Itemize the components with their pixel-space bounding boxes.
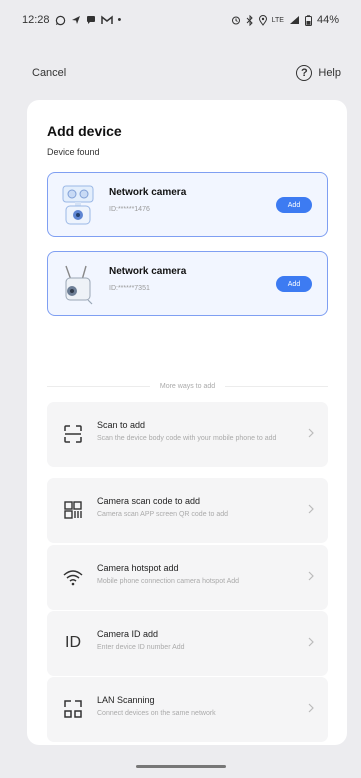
gmail-icon	[100, 15, 113, 24]
option-description: Camera scan APP screen QR code to add	[97, 511, 228, 518]
help-label: Help	[318, 67, 341, 79]
signal-icon	[289, 16, 299, 24]
location-icon	[258, 14, 267, 26]
option-description: Scan the device body code with your mobi…	[97, 435, 277, 442]
option-description: Mobile phone connection camera hotspot A…	[97, 578, 240, 585]
camera-scan-code-option[interactable]: Camera scan code to add Camera scan APP …	[47, 478, 328, 543]
top-navigation: Cancel ? Help	[0, 58, 361, 88]
chat-bubble-icon	[86, 16, 95, 24]
option-title: Camera hotspot add	[97, 563, 179, 573]
chevron-right-icon	[308, 637, 314, 647]
id-icon: ID	[65, 634, 81, 651]
device-card[interactable]: Network camera ID:******1476 Add	[47, 172, 328, 237]
chevron-right-icon	[308, 504, 314, 514]
status-time: 12:28	[22, 14, 50, 26]
option-title: Camera scan code to add	[97, 496, 201, 506]
option-description: Connect devices on the same network	[97, 710, 216, 717]
option-title: LAN Scanning	[97, 695, 155, 705]
chevron-right-icon	[308, 703, 314, 713]
status-right: LTE 44%	[231, 14, 339, 26]
cancel-button[interactable]: Cancel	[32, 67, 66, 79]
device-name: Network camera	[109, 187, 187, 198]
device-id: ID:******1476	[109, 206, 150, 213]
status-bar: 12:28 • LTE 44%	[0, 0, 361, 40]
alarm-icon	[231, 16, 240, 25]
chevron-right-icon	[308, 428, 314, 438]
bluetooth-icon	[246, 14, 253, 26]
more-notifications-icon: •	[117, 14, 122, 26]
more-ways-divider: More ways to add	[47, 380, 328, 392]
battery-level: 44%	[316, 14, 339, 26]
network-type: LTE	[271, 16, 284, 24]
camera-hotspot-option[interactable]: Camera hotspot add Mobile phone connecti…	[47, 545, 328, 610]
add-device-button[interactable]: Add	[276, 197, 312, 213]
battery-icon	[304, 14, 312, 26]
more-ways-label: More ways to add	[159, 382, 216, 390]
home-indicator[interactable]	[136, 765, 226, 768]
lan-scan-icon	[64, 700, 82, 718]
device-id: ID:******7351	[109, 285, 150, 292]
device-card[interactable]: Network camera ID:******7351 Add	[47, 251, 328, 316]
divider-line	[47, 385, 150, 387]
status-left: 12:28 •	[22, 14, 121, 26]
qr-code-icon	[64, 501, 82, 519]
add-device-card: Add device Device found Network camera I…	[27, 100, 347, 745]
device-found-label: Device found	[47, 147, 100, 157]
option-title: Camera ID add	[97, 629, 159, 639]
option-title: Scan to add	[97, 420, 146, 430]
scan-icon	[64, 425, 82, 443]
help-button[interactable]: ? Help	[296, 65, 341, 81]
bullet-camera-icon	[65, 265, 93, 305]
device-name: Network camera	[109, 266, 187, 277]
divider-line	[225, 385, 328, 387]
option-description: Enter device ID number Add	[97, 644, 185, 651]
whatsapp-icon	[55, 15, 65, 25]
dual-lens-camera-icon	[62, 185, 94, 225]
camera-id-option[interactable]: ID Camera ID add Enter device ID number …	[47, 611, 328, 676]
help-icon: ?	[296, 65, 313, 81]
scan-to-add-option[interactable]: Scan to add Scan the device body code wi…	[47, 402, 328, 467]
add-device-button[interactable]: Add	[276, 276, 312, 292]
chevron-right-icon	[308, 571, 314, 581]
send-icon	[71, 16, 80, 24]
wifi-icon	[63, 570, 83, 586]
lan-scanning-option[interactable]: LAN Scanning Connect devices on the same…	[47, 677, 328, 742]
page-title: Add device	[47, 123, 122, 139]
